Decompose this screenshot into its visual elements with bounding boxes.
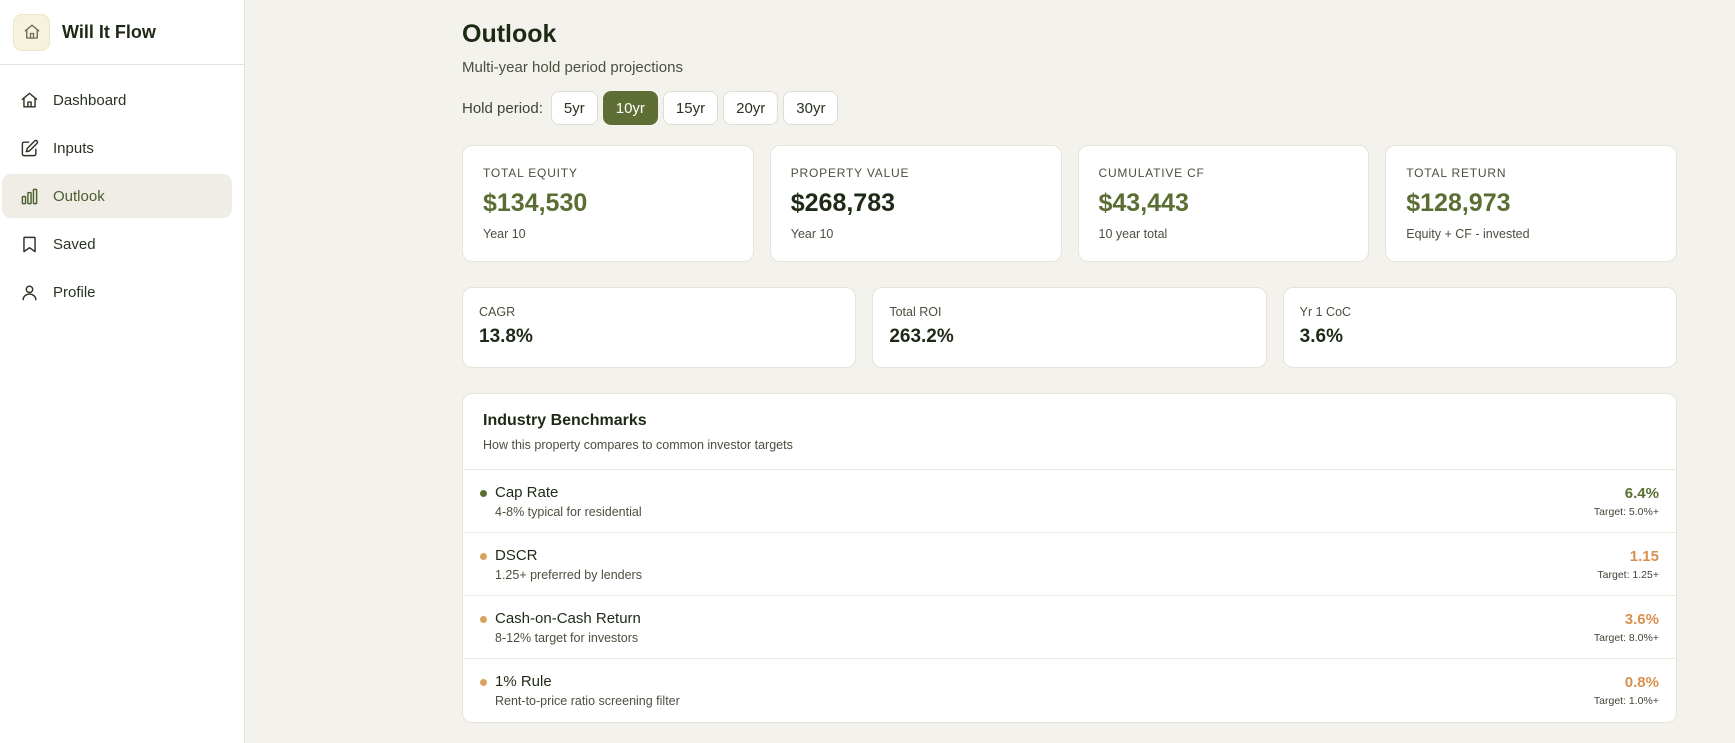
- sidebar-item-dashboard[interactable]: Dashboard: [2, 78, 232, 122]
- benchmark-row-cap-rate: Cap Rate 4-8% typical for residential 6.…: [463, 470, 1676, 533]
- bookmark-icon: [19, 234, 39, 254]
- benchmark-hint: 4-8% typical for residential: [495, 504, 642, 519]
- benchmark-target: Target: 8.0%+: [1593, 631, 1659, 644]
- page-subtitle: Multi-year hold period projections: [462, 59, 683, 76]
- sidebar-item-label: Dashboard: [53, 91, 127, 109]
- kpi-label: CUMULATIVE CF: [1098, 166, 1205, 180]
- hold-period-selector: Hold period: 5yr 10yr 15yr 20yr 30yr: [462, 91, 1677, 125]
- benchmarks-header: Industry Benchmarks How this property co…: [463, 394, 1676, 470]
- sidebar: Will It Flow Dashboard Inputs Outlook Sa…: [0, 0, 245, 743]
- sidebar-item-label: Saved: [53, 235, 96, 253]
- benchmark-target: Target: 5.0%+: [1593, 505, 1659, 518]
- benchmark-target: Target: 1.25+: [1597, 568, 1659, 581]
- kpi-value: $268,783: [790, 189, 896, 217]
- benchmark-row-one-percent-rule: 1% Rule Rent-to-price ratio screening fi…: [463, 659, 1676, 722]
- user-icon: [19, 282, 39, 302]
- brand-name: Will It Flow: [62, 21, 156, 42]
- hold-period-label: Hold period:: [462, 99, 543, 117]
- benchmark-row-cash-on-cash: Cash-on-Cash Return 8-12% target for inv…: [463, 596, 1676, 659]
- metric-label: CAGR: [479, 305, 516, 319]
- metric-cards: CAGR 13.8% Total ROI 263.2% Yr 1 CoC 3.6…: [462, 287, 1677, 368]
- benchmark-name: 1% Rule: [495, 673, 552, 690]
- benchmark-name: Cash-on-Cash Return: [495, 609, 641, 627]
- kpi-sub: Year 10: [790, 227, 834, 241]
- benchmark-hint: Rent-to-price ratio screening filter: [495, 694, 680, 708]
- metric-label: Yr 1 CoC: [1299, 305, 1352, 319]
- sidebar-item-saved[interactable]: Saved: [2, 222, 232, 266]
- hold-option-30yr[interactable]: 30yr: [783, 91, 839, 125]
- metric-value: 3.6%: [1299, 326, 1343, 347]
- hold-option-15yr[interactable]: 15yr: [662, 91, 719, 125]
- status-dot-warn: [480, 552, 487, 560]
- benchmark-name: Cap Rate: [495, 483, 559, 501]
- benchmark-value: 1.15: [1629, 547, 1659, 565]
- sidebar-item-label: Profile: [53, 283, 96, 301]
- kpi-card-total-return: TOTAL RETURN $128,973 Equity + CF - inve…: [1385, 145, 1677, 262]
- main-content: Outlook Multi-year hold period projectio…: [245, 0, 1735, 743]
- home-logo-icon: [13, 13, 50, 51]
- kpi-label: TOTAL EQUITY: [483, 166, 578, 180]
- edit-icon: [19, 138, 39, 158]
- kpi-sub: Year 10: [483, 227, 526, 241]
- hold-option-10yr[interactable]: 10yr: [602, 91, 658, 125]
- metric-label: Total ROI: [889, 305, 942, 319]
- sidebar-item-profile[interactable]: Profile: [2, 270, 232, 314]
- kpi-card-property-value: PROPERTY VALUE $268,783 Year 10: [769, 145, 1062, 262]
- metric-card-yr1-coc: Yr 1 CoC 3.6%: [1282, 287, 1677, 368]
- kpi-value: $128,973: [1406, 189, 1511, 217]
- benchmarks-title: Industry Benchmarks: [483, 412, 647, 429]
- status-dot-warn: [480, 615, 487, 623]
- status-dot-warn: [480, 679, 487, 686]
- metric-value: 263.2%: [889, 326, 954, 347]
- status-dot-good: [480, 489, 487, 497]
- home-icon: [19, 90, 39, 110]
- kpi-sub: 10 year total: [1098, 227, 1168, 241]
- kpi-value: $43,443: [1098, 189, 1189, 217]
- benchmark-value: 6.4%: [1624, 484, 1659, 502]
- sidebar-item-inputs[interactable]: Inputs: [2, 126, 232, 170]
- outlook-page: Outlook Multi-year hold period projectio…: [462, 20, 1677, 723]
- hold-option-20yr[interactable]: 20yr: [723, 91, 779, 125]
- kpi-label: TOTAL RETURN: [1406, 166, 1507, 180]
- kpi-label: PROPERTY VALUE: [790, 166, 910, 180]
- industry-benchmarks-card: Industry Benchmarks How this property co…: [462, 393, 1677, 723]
- sidebar-item-label: Outlook: [53, 187, 105, 205]
- sidebar-nav: Dashboard Inputs Outlook Saved Profile: [0, 65, 244, 314]
- benchmark-name: DSCR: [495, 546, 538, 564]
- hold-option-5yr[interactable]: 5yr: [550, 91, 598, 125]
- benchmark-hint: 1.25+ preferred by lenders: [495, 567, 642, 582]
- benchmark-value: 3.6%: [1624, 610, 1659, 628]
- kpi-card-cumulative-cf: CUMULATIVE CF $43,443 10 year total: [1077, 145, 1370, 262]
- metric-card-cagr: CAGR 13.8%: [462, 287, 857, 368]
- kpi-cards: TOTAL EQUITY $134,530 Year 10 PROPERTY V…: [462, 145, 1677, 262]
- sidebar-item-label: Inputs: [53, 139, 94, 157]
- page-title: Outlook: [462, 20, 557, 48]
- benchmark-row-dscr: DSCR 1.25+ preferred by lenders 1.15 Tar…: [463, 533, 1676, 596]
- kpi-value: $134,530: [483, 189, 588, 217]
- benchmark-target: Target: 1.0%+: [1593, 695, 1659, 707]
- app-root: Will It Flow Dashboard Inputs Outlook Sa…: [0, 0, 1735, 743]
- sidebar-item-outlook[interactable]: Outlook: [2, 174, 232, 218]
- benchmark-value: 0.8%: [1624, 674, 1659, 691]
- kpi-card-total-equity: TOTAL EQUITY $134,530 Year 10: [462, 145, 754, 262]
- metric-card-total-roi: Total ROI 263.2%: [872, 287, 1267, 368]
- metric-value: 13.8%: [479, 326, 533, 347]
- benchmarks-description: How this property compares to common inv…: [483, 438, 793, 452]
- bar-chart-icon: [19, 186, 39, 206]
- kpi-sub: Equity + CF - invested: [1406, 227, 1530, 241]
- brand[interactable]: Will It Flow: [0, 0, 244, 65]
- benchmark-hint: 8-12% target for investors: [495, 630, 639, 645]
